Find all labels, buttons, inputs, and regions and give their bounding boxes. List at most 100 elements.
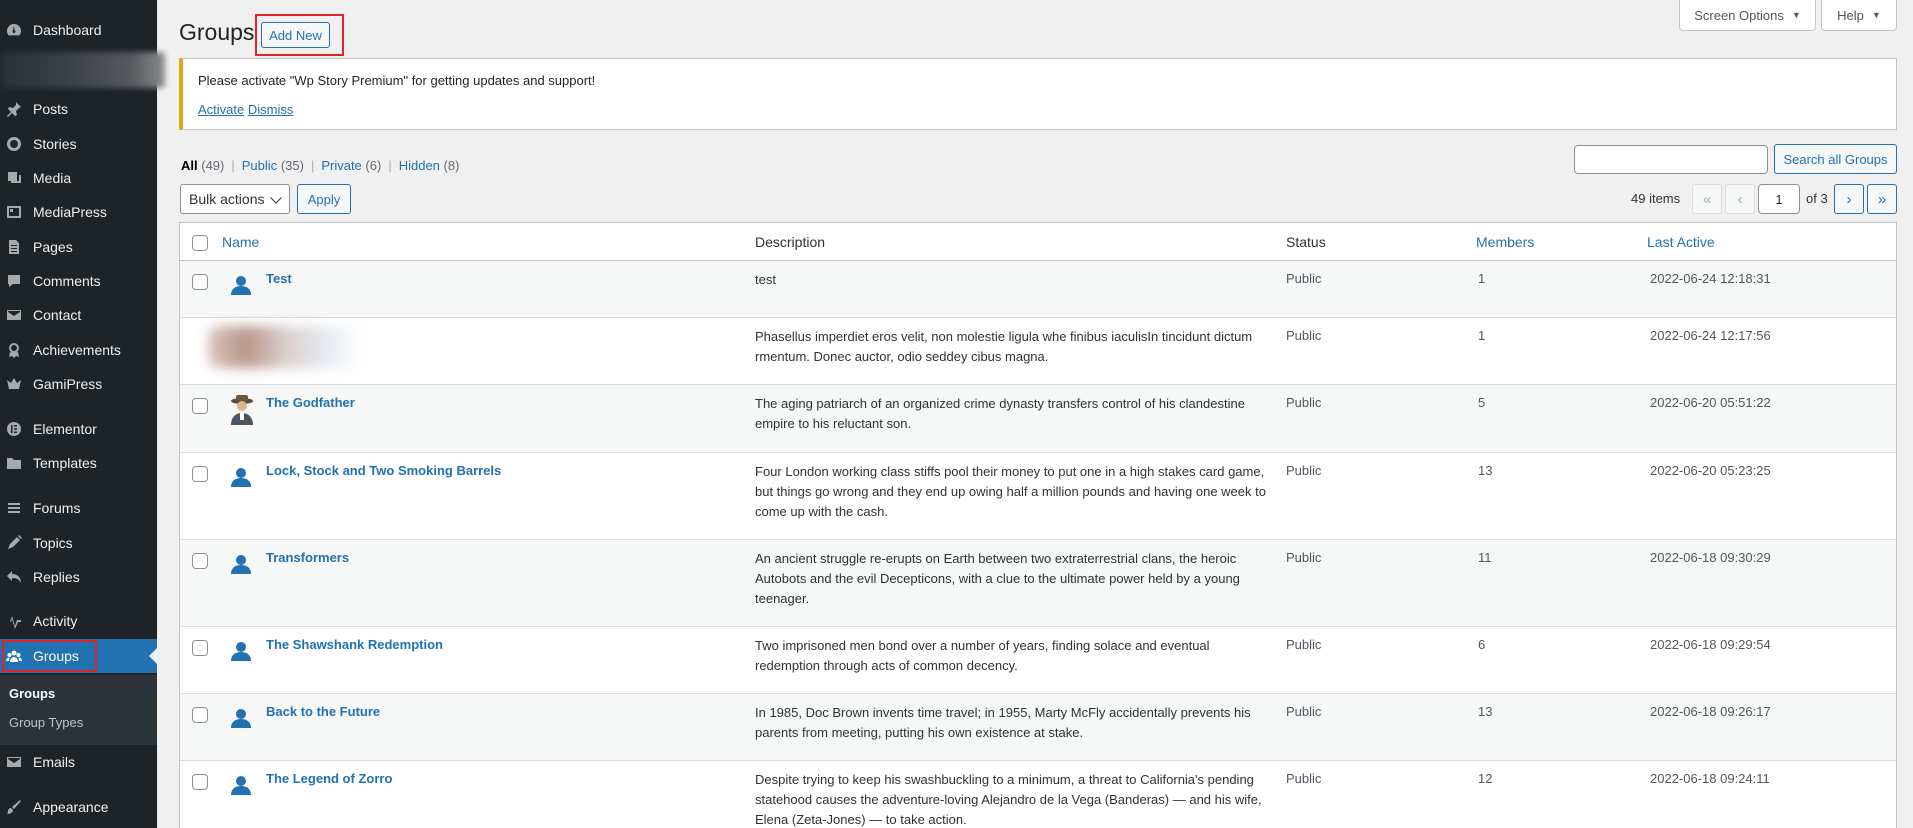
filter-label: All: [181, 158, 198, 173]
notice-actions: Activate Dismiss: [198, 102, 293, 117]
filter-public[interactable]: Public (35): [242, 158, 304, 173]
last-page-button[interactable]: »: [1867, 184, 1897, 214]
row-checkbox[interactable]: [192, 398, 208, 414]
row-checkbox[interactable]: [192, 274, 208, 290]
sidebar-item-label: Media: [33, 170, 72, 186]
apply-button[interactable]: Apply: [297, 184, 351, 214]
sidebar-item-templates[interactable]: Templates: [0, 446, 157, 480]
group-name-link[interactable]: Transformers: [266, 550, 349, 565]
bulk-actions-select[interactable]: Bulk actions: [180, 184, 290, 214]
sidebar-item-topics[interactable]: Topics: [0, 526, 157, 560]
row-checkbox[interactable]: [192, 553, 208, 569]
sidebar-item-activity[interactable]: Activity: [0, 604, 157, 638]
column-description: Description: [755, 234, 826, 250]
dismiss-link[interactable]: Dismiss: [248, 102, 294, 117]
column-status: Status: [1286, 234, 1326, 250]
status-filters: All (49) | Public (35) | Private (6) | H…: [181, 158, 459, 173]
sidebar-item-groups[interactable]: Groups: [0, 639, 157, 673]
group-name-link[interactable]: The Godfather: [266, 395, 355, 410]
caret-down-icon: ▼: [1871, 10, 1881, 20]
search-input[interactable]: [1574, 145, 1768, 174]
sidebar-item-label: Activity: [33, 613, 78, 629]
godfather-avatar-icon: [231, 395, 253, 425]
sidebar-item-label: MediaPress: [33, 204, 107, 220]
filter-private[interactable]: Private (6): [321, 158, 381, 173]
screen-options-button[interactable]: Screen Options ▼: [1679, 0, 1816, 31]
row-checkbox[interactable]: [192, 707, 208, 723]
sidebar-item-achievements[interactable]: Achievements: [0, 333, 157, 367]
group-members: 1: [1478, 271, 1486, 286]
sidebar-item-gamipress[interactable]: GamiPress: [0, 367, 157, 401]
brush-icon: [6, 799, 22, 815]
submenu-item-group-types[interactable]: Group Types: [9, 715, 83, 730]
screen-options-label: Screen Options: [1694, 7, 1784, 23]
separator: |: [310, 158, 315, 173]
group-last-active: 2022-06-18 09:29:54: [1650, 637, 1771, 652]
next-page-button[interactable]: ›: [1834, 184, 1864, 214]
table-row: Lock, Stock and Two Smoking Barrels Four…: [180, 453, 1896, 540]
sidebar-item-pages[interactable]: Pages: [0, 230, 157, 264]
group-name-link[interactable]: The Shawshank Redemption: [266, 637, 443, 652]
sidebar-item-dashboard[interactable]: Dashboard: [0, 13, 157, 47]
groups-table: Name Description Status Members Last Act…: [179, 222, 1897, 828]
filter-hidden[interactable]: Hidden (8): [399, 158, 460, 173]
row-checkbox[interactable]: [192, 774, 208, 790]
group-name-link[interactable]: The Legend of Zorro: [266, 771, 392, 786]
submenu-item-groups[interactable]: Groups: [9, 686, 55, 701]
select-all-checkbox[interactable]: [192, 235, 208, 251]
search-groups-button[interactable]: Search all Groups: [1774, 144, 1897, 174]
sidebar-item-label: Replies: [33, 569, 80, 585]
group-name-link[interactable]: Back to the Future: [266, 704, 380, 719]
sidebar-item-label: Emails: [33, 754, 76, 770]
sidebar-item-label: Dashboard: [33, 22, 102, 38]
mail-icon: [6, 754, 22, 770]
avatar-icon: [231, 555, 251, 574]
sidebar-item-stories[interactable]: Stories: [0, 127, 157, 161]
sidebar-item-posts[interactable]: Posts: [0, 92, 157, 126]
group-name-link[interactable]: Test: [266, 271, 292, 286]
sidebar-item-media[interactable]: Media: [0, 161, 157, 195]
sidebar-item-forums[interactable]: Forums: [0, 491, 157, 525]
column-name[interactable]: Name: [222, 234, 259, 250]
table-row: The Godfather The aging patriarch of an …: [180, 385, 1896, 453]
sidebar-item-mediapress[interactable]: MediaPress: [0, 195, 157, 229]
sidebar-item-comments[interactable]: Comments: [0, 264, 157, 298]
blurred-user-area: [0, 52, 165, 88]
sidebar-item-label: Templates: [33, 455, 97, 471]
sidebar-item-replies[interactable]: Replies: [0, 560, 157, 594]
group-name-link[interactable]: Lock, Stock and Two Smoking Barrels: [266, 463, 501, 478]
sidebar-item-elementor[interactable]: Elementor: [0, 412, 157, 446]
sidebar-item-label: Stories: [33, 136, 77, 152]
sidebar-item-appearance[interactable]: Appearance: [0, 790, 157, 824]
column-last-active[interactable]: Last Active: [1647, 234, 1715, 250]
folder-icon: [6, 455, 22, 471]
activate-link[interactable]: Activate: [198, 102, 244, 117]
column-members[interactable]: Members: [1476, 234, 1534, 250]
group-description: Four London working class stiffs pool th…: [755, 464, 1266, 519]
chevron-down-icon: [270, 192, 282, 204]
group-members: 12: [1478, 771, 1493, 786]
award-icon: [6, 342, 22, 358]
sidebar-item-emails[interactable]: Emails: [0, 745, 157, 779]
help-button[interactable]: Help ▼: [1821, 0, 1897, 31]
row-checkbox[interactable]: [192, 466, 208, 482]
group-last-active: 2022-06-20 05:23:25: [1650, 463, 1771, 478]
filter-count: (49): [201, 158, 225, 173]
group-description: An ancient struggle re-erupts on Earth b…: [755, 551, 1240, 606]
filter-label: Public: [241, 158, 278, 173]
first-page-button[interactable]: «: [1692, 184, 1722, 214]
group-description: In 1985, Doc Brown invents time travel; …: [755, 705, 1251, 740]
group-status: Public: [1286, 271, 1322, 286]
group-last-active: 2022-06-24 12:18:31: [1650, 271, 1771, 286]
prev-page-button[interactable]: ‹: [1725, 184, 1755, 214]
filter-all[interactable]: All (49): [181, 158, 224, 173]
sidebar-item-contact[interactable]: Contact: [0, 298, 157, 332]
table-row: Test test Public 1 2022-06-24 12:18:31: [180, 261, 1896, 318]
avatar-icon: [231, 276, 251, 295]
current-page-input[interactable]: 1: [1758, 184, 1800, 214]
filter-count: (8): [443, 158, 460, 173]
avatar-icon: [231, 642, 251, 661]
group-status: Public: [1286, 637, 1322, 652]
row-checkbox[interactable]: [192, 640, 208, 656]
add-new-button[interactable]: Add New: [261, 22, 330, 48]
